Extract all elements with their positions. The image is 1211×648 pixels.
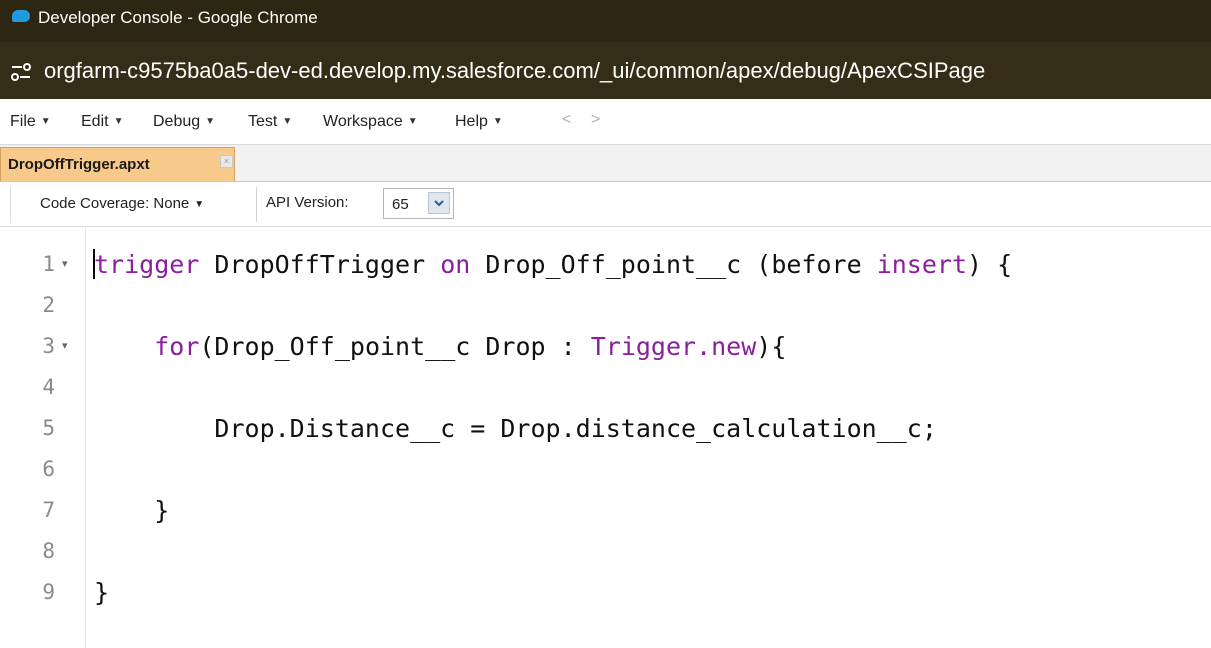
fold-toggle-icon[interactable]: ▾	[62, 326, 68, 367]
code-keyword: for	[154, 332, 200, 361]
code-coverage-label: Code Coverage: None	[40, 195, 190, 212]
menu-debug-label: Debug	[153, 113, 201, 130]
menu-workspace[interactable]: Workspace ▼	[323, 112, 418, 132]
line-number: 5	[42, 416, 55, 440]
menu-help-label: Help	[455, 113, 488, 130]
code-text[interactable]: trigger DropOffTrigger on Drop_Off_point…	[94, 244, 1012, 285]
window-title: Developer Console - Google Chrome	[38, 8, 318, 27]
menu-help[interactable]: Help ▼	[455, 112, 503, 132]
code-text[interactable]: for(Drop_Off_point__c Drop : Trigger.new…	[94, 326, 786, 367]
code-token: (Drop_Off_point__c Drop :	[199, 332, 591, 361]
editor-tab-strip: DropOffTrigger.apxt ×	[0, 145, 1211, 182]
menu-debug[interactable]: Debug ▼	[153, 112, 215, 132]
code-editor[interactable]: 1 ▾ trigger DropOffTrigger on Drop_Off_poi…	[0, 227, 1211, 648]
window-titlebar: Developer Console - Google Chrome	[0, 0, 1211, 42]
toolbar-divider	[10, 186, 11, 223]
code-line[interactable]: 2	[0, 285, 1211, 326]
code-text[interactable]: Drop.Distance__c = Drop.distance_calcula…	[94, 408, 937, 449]
site-settings-icon[interactable]	[9, 60, 33, 84]
toolbar-divider	[256, 187, 257, 222]
code-token: }	[94, 496, 170, 525]
caret-down-icon: ▼	[407, 116, 418, 127]
code-keyword: insert	[876, 250, 967, 279]
code-keyword: Trigger.new	[590, 332, 757, 361]
address-bar[interactable]: orgfarm-c9575ba0a5-dev-ed.develop.my.sal…	[0, 42, 1211, 99]
code-line[interactable]: 7 }	[0, 490, 1211, 531]
caret-down-icon: ▼	[194, 199, 205, 210]
api-version-value: 65	[392, 196, 409, 213]
code-line[interactable]: 9}	[0, 572, 1211, 613]
api-version-select[interactable]: 65	[383, 188, 454, 219]
editor-toolbar: Code Coverage: None ▼ API Version: 65	[0, 182, 1211, 227]
menu-file[interactable]: File ▼	[10, 112, 51, 132]
code-token: }	[94, 578, 110, 607]
caret-down-icon: ▼	[492, 116, 503, 127]
code-token: Drop_Off_point__c (before	[470, 250, 877, 279]
api-version-label: API Version:	[266, 194, 349, 211]
close-icon[interactable]: ×	[220, 155, 233, 168]
code-line[interactable]: 3 ▾ for(Drop_Off_point__c Drop : Trigger.…	[0, 326, 1211, 367]
line-number: 4	[42, 375, 55, 399]
code-text[interactable]: }	[94, 490, 169, 531]
caret-down-icon: ▼	[40, 116, 51, 127]
menu-edit-label: Edit	[81, 113, 109, 130]
code-line[interactable]: 4	[0, 367, 1211, 408]
back-arrow-icon[interactable]: <	[562, 111, 571, 129]
code-line[interactable]: 8	[0, 531, 1211, 572]
text-cursor	[93, 249, 95, 279]
tab-label: DropOffTrigger.apxt	[8, 156, 150, 173]
chevron-down-icon[interactable]	[428, 192, 450, 214]
code-token: ) {	[967, 250, 1013, 279]
code-token: ){	[756, 332, 787, 361]
menu-edit[interactable]: Edit ▼	[81, 112, 123, 132]
line-number: 8	[42, 539, 55, 563]
code-line[interactable]: 5 Drop.Distance__c = Drop.distance_calcu…	[0, 408, 1211, 449]
caret-down-icon: ▼	[205, 116, 216, 127]
code-keyword: trigger	[94, 250, 200, 279]
code-line[interactable]: 6	[0, 449, 1211, 490]
code-line[interactable]: 1 ▾ trigger DropOffTrigger on Drop_Off_poi…	[0, 244, 1211, 285]
line-number: 6	[42, 457, 55, 481]
code-text[interactable]: }	[94, 572, 109, 613]
menu-workspace-label: Workspace	[323, 113, 403, 130]
line-number: 1	[42, 252, 55, 276]
tab-dropofftrigger[interactable]: DropOffTrigger.apxt ×	[0, 147, 235, 181]
url-text[interactable]: orgfarm-c9575ba0a5-dev-ed.develop.my.sal…	[44, 57, 985, 85]
menu-bar: File ▼ Edit ▼ Debug ▼ Test ▼ Workspace ▼ Help…	[0, 99, 1211, 145]
code-token: Drop.Distance__c = Drop.distance_calcula…	[94, 414, 937, 443]
salesforce-cloud-icon	[12, 10, 30, 22]
line-number: 7	[42, 498, 55, 522]
caret-down-icon: ▼	[282, 116, 293, 127]
code-keyword: on	[440, 250, 471, 279]
code-coverage-dropdown[interactable]: Code Coverage: None ▼	[40, 195, 204, 212]
caret-down-icon: ▼	[113, 116, 124, 127]
menu-file-label: File	[10, 113, 36, 130]
code-token: DropOffTrigger	[199, 250, 441, 279]
line-number: 3	[42, 334, 55, 358]
line-number: 2	[42, 293, 55, 317]
forward-arrow-icon[interactable]: >	[591, 111, 600, 129]
menu-test-label: Test	[248, 113, 278, 130]
fold-toggle-icon[interactable]: ▾	[62, 244, 68, 285]
line-number: 9	[42, 580, 55, 604]
menu-test[interactable]: Test ▼	[248, 112, 292, 132]
